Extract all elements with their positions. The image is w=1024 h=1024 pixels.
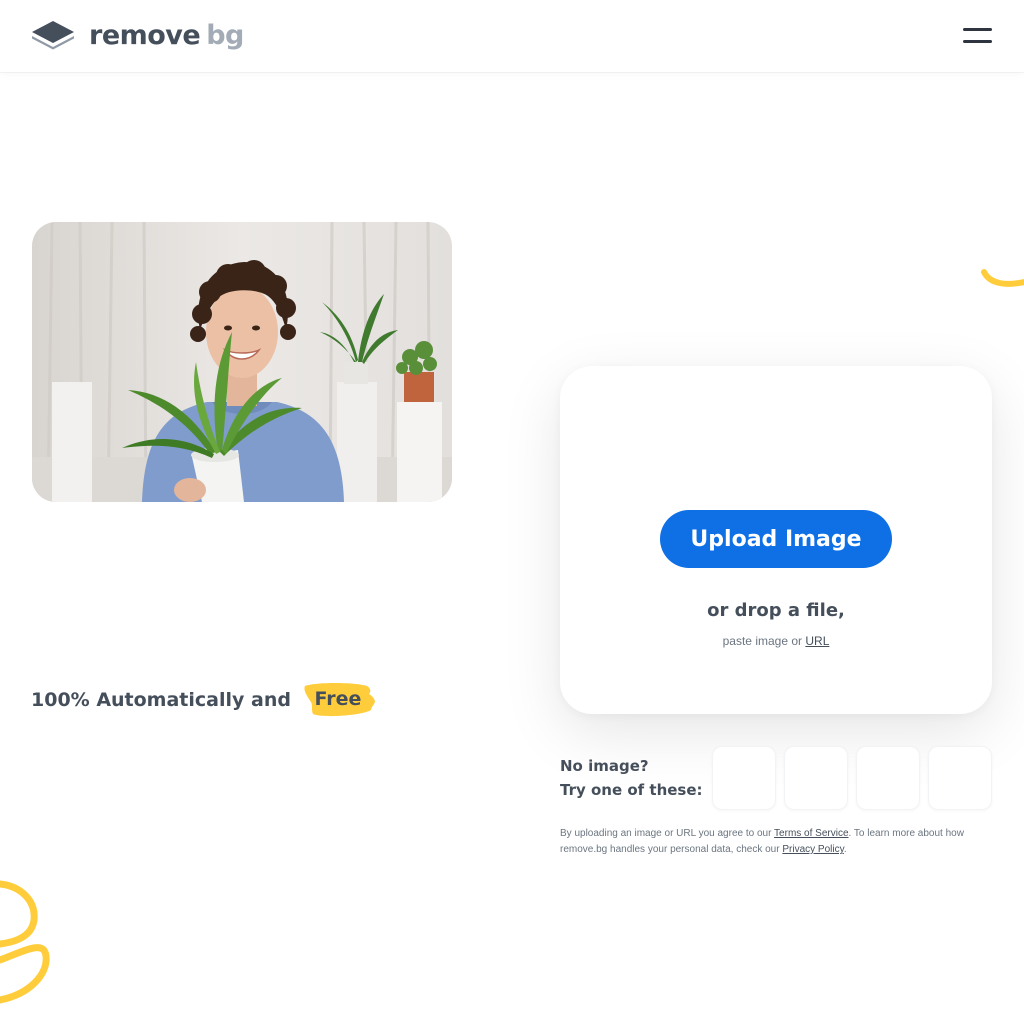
sample-image-3[interactable] (856, 746, 920, 810)
logo-word-bg: bg (206, 19, 244, 51)
hero-photo-illustration (32, 222, 452, 502)
yellow-swirl-decoration (0, 880, 50, 1004)
paste-hint: paste image or URL (560, 634, 992, 648)
sample-image-1[interactable] (712, 746, 776, 810)
terms-of-service-link[interactable]: Terms of Service (774, 828, 848, 839)
hamburger-menu-icon[interactable] (960, 24, 994, 48)
legal-notice: By uploading an image or URL you agree t… (560, 826, 996, 858)
legal-text-3: . (843, 844, 847, 855)
logo-wordmark: remove bg (89, 22, 244, 49)
sample-images-label: No image? Try one of these: (560, 754, 710, 802)
try-these-text: Try one of these: (560, 781, 703, 799)
free-badge: Free (301, 682, 377, 718)
tagline: 100% Automatically and Free (31, 682, 377, 718)
tagline-text: 100% Automatically and (31, 689, 291, 711)
menu-line (963, 28, 992, 31)
upload-card[interactable]: Upload Image or drop a file, paste image… (560, 366, 992, 714)
legal-text-1: By uploading an image or URL you agree t… (560, 828, 772, 839)
url-link[interactable]: URL (805, 634, 829, 648)
upload-image-button[interactable]: Upload Image (660, 510, 892, 568)
site-header: remove bg (0, 0, 1024, 72)
layers-logo-icon (32, 21, 74, 50)
sample-image-2[interactable] (784, 746, 848, 810)
sample-images (712, 746, 992, 810)
paste-hint-prefix: paste image or (722, 634, 803, 648)
hero-photo (32, 222, 452, 502)
no-image-text: No image? (560, 757, 649, 775)
drop-file-text: or drop a file, (707, 600, 845, 621)
privacy-policy-link[interactable]: Privacy Policy (782, 844, 844, 855)
yellow-squiggle-decoration (981, 269, 1024, 287)
logo-link[interactable]: remove bg (31, 18, 244, 52)
sample-image-4[interactable] (928, 746, 992, 810)
menu-line (963, 40, 992, 43)
logo-word-remove: remove (89, 19, 201, 51)
free-badge-label: Free (314, 688, 362, 710)
